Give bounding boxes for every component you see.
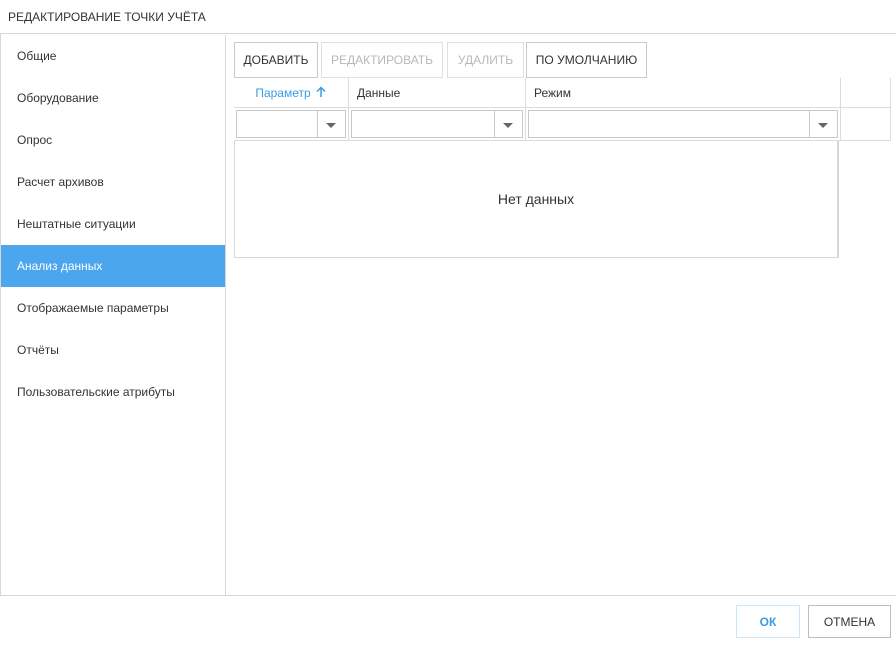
parameter-filter-select[interactable]: [236, 110, 346, 138]
column-header-data[interactable]: Данные: [349, 78, 526, 108]
sidebar-item-polling[interactable]: Опрос: [1, 119, 225, 161]
dialog-title: РЕДАКТИРОВАНИЕ ТОЧКИ УЧЁТА: [0, 0, 896, 34]
filter-cell-data: [349, 108, 526, 141]
cancel-button[interactable]: ОТМЕНА: [808, 605, 891, 638]
ok-button[interactable]: ОК: [736, 605, 800, 638]
sidebar-item-displayed-params[interactable]: Отображаемые параметры: [1, 287, 225, 329]
dialog-footer: ОК ОТМЕНА: [0, 595, 896, 645]
filter-cell-parameter: [234, 108, 349, 141]
sidebar-item-equipment[interactable]: Оборудование: [1, 77, 225, 119]
default-button[interactable]: ПО УМОЛЧАНИЮ: [526, 42, 647, 78]
grid-header-row: Параметр Данные Режим: [234, 78, 891, 108]
sidebar-item-emergencies[interactable]: Нештатные ситуации: [1, 203, 225, 245]
chevron-down-icon[interactable]: [326, 123, 336, 128]
sidebar-item-archive-calc[interactable]: Расчет архивов: [1, 161, 225, 203]
mode-filter-select[interactable]: [528, 110, 838, 138]
add-button[interactable]: ДОБАВИТЬ: [234, 42, 318, 78]
sidebar-item-reports[interactable]: Отчёты: [1, 329, 225, 371]
chevron-down-icon[interactable]: [503, 123, 513, 128]
sidebar: Общие Оборудование Опрос Расчет архивов …: [1, 35, 226, 596]
column-header-parameter[interactable]: Параметр: [234, 78, 349, 108]
column-header-mode[interactable]: Режим: [526, 78, 841, 108]
sidebar-item-user-attributes[interactable]: Пользовательские атрибуты: [1, 371, 225, 413]
chevron-down-icon[interactable]: [818, 123, 828, 128]
sidebar-item-data-analysis[interactable]: Анализ данных: [1, 245, 225, 287]
delete-button[interactable]: УДАЛИТЬ: [447, 42, 524, 78]
data-filter-select[interactable]: [351, 110, 523, 138]
column-header-extra: [841, 78, 891, 108]
filter-cell-mode: [526, 108, 841, 141]
grid-empty-message: Нет данных: [234, 141, 839, 258]
sort-ascending-icon: [315, 79, 327, 109]
column-header-label: Параметр: [255, 86, 311, 100]
filter-cell-extra: [841, 108, 891, 141]
edit-button[interactable]: РЕДАКТИРОВАТЬ: [321, 42, 443, 78]
grid-filter-row: [234, 108, 891, 141]
sidebar-item-general[interactable]: Общие: [1, 35, 225, 77]
